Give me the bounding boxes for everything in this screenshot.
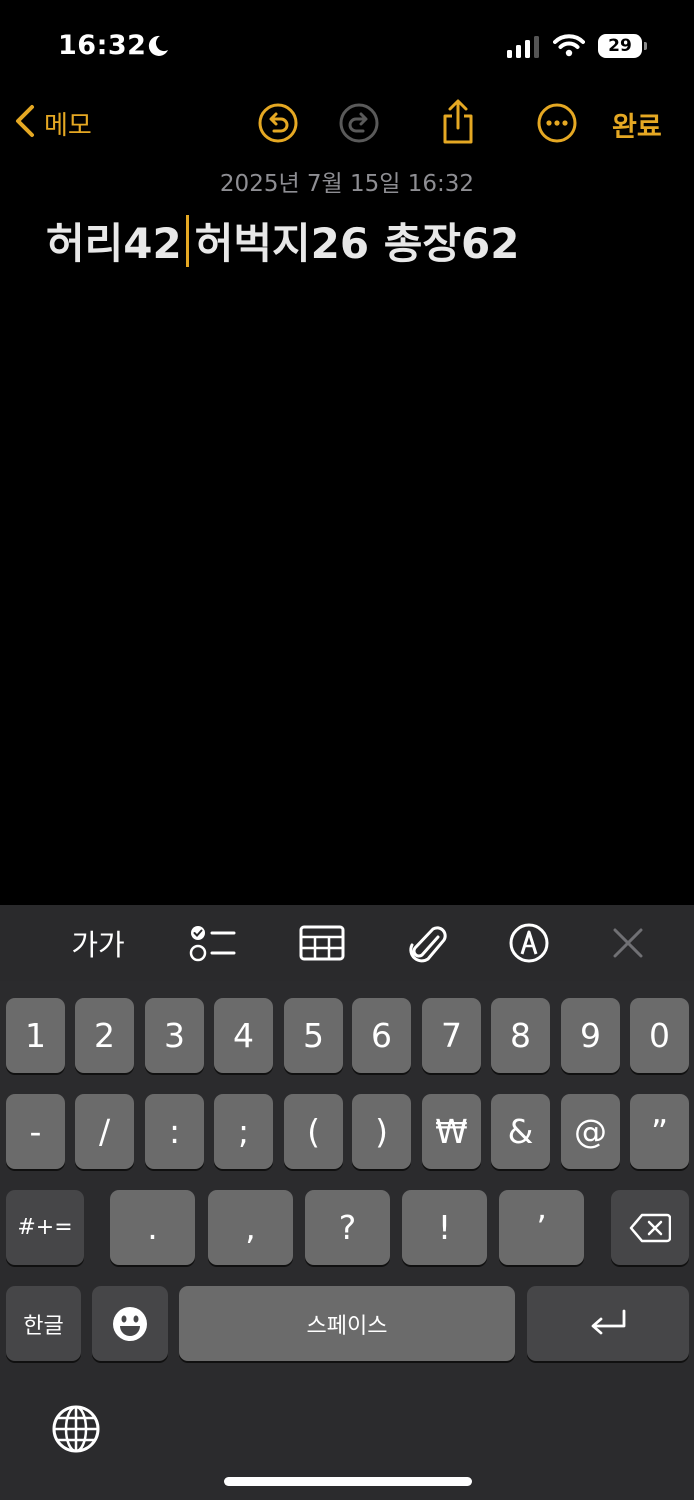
chevron-left-icon (14, 104, 36, 142)
text-format-label: 가가 (71, 928, 125, 962)
battery-level: 29 (608, 36, 632, 56)
more-icon (537, 103, 577, 143)
globe-key[interactable] (51, 1404, 101, 1458)
close-icon (613, 928, 643, 958)
key-quote[interactable]: ” (630, 1094, 689, 1169)
paperclip-icon (409, 926, 447, 963)
attachment-button[interactable] (396, 905, 460, 981)
backspace-icon (629, 1213, 671, 1242)
more-button[interactable] (536, 102, 578, 148)
checklist-button[interactable] (180, 905, 244, 981)
keyboard: 1 2 3 4 5 6 7 8 9 0 - / : ; ( ) ₩ & @ ” … (0, 981, 694, 1500)
key-open-paren[interactable]: ( (284, 1094, 343, 1169)
key-colon[interactable]: : (145, 1094, 204, 1169)
key-question[interactable]: ? (305, 1190, 390, 1265)
undo-button[interactable] (257, 102, 299, 148)
battery-nub (644, 42, 647, 50)
share-button[interactable] (439, 98, 477, 150)
key-0[interactable]: 0 (630, 998, 689, 1073)
battery-icon: 29 (598, 34, 642, 58)
redo-icon (339, 103, 379, 143)
markup-button[interactable] (497, 905, 561, 981)
emoji-key[interactable] (92, 1286, 168, 1361)
home-indicator (224, 1477, 472, 1486)
symbols-key[interactable]: #+= (6, 1190, 84, 1265)
language-key[interactable]: 한글 (6, 1286, 81, 1361)
key-apostrophe[interactable]: ’ (499, 1190, 584, 1265)
undo-icon (258, 103, 298, 143)
key-5[interactable]: 5 (284, 998, 343, 1073)
key-3[interactable]: 3 (145, 998, 204, 1073)
close-keyboard-button[interactable] (596, 905, 660, 981)
wifi-icon (553, 33, 585, 61)
key-won[interactable]: ₩ (422, 1094, 481, 1169)
moon-icon (146, 34, 170, 62)
key-7[interactable]: 7 (422, 998, 481, 1073)
markup-pen-icon (509, 923, 549, 963)
note-text-area[interactable]: 허리42 허벅지26 총장62 (46, 210, 519, 271)
return-icon (591, 1309, 626, 1334)
text-format-button[interactable]: 가가 (60, 905, 136, 981)
share-icon (443, 99, 473, 144)
checklist-icon (189, 926, 236, 962)
key-period[interactable]: . (110, 1190, 195, 1265)
back-label: 메모 (44, 110, 92, 141)
key-at[interactable]: @ (561, 1094, 620, 1169)
back-button[interactable]: 메모 (14, 104, 92, 142)
redo-button[interactable] (338, 102, 380, 148)
key-exclamation[interactable]: ! (402, 1190, 487, 1265)
note-date: 2025년 7월 15일 16:32 (219, 171, 475, 197)
return-key[interactable] (527, 1286, 689, 1361)
done-button[interactable]: 완료 (612, 105, 662, 144)
key-close-paren[interactable]: ) (352, 1094, 411, 1169)
text-caret (185, 214, 189, 267)
emoji-icon (113, 1306, 147, 1341)
delete-key[interactable] (611, 1190, 689, 1265)
note-text-before-caret: 허리42 (46, 219, 182, 268)
format-toolbar: 가가 (0, 905, 694, 981)
key-9[interactable]: 9 (561, 998, 620, 1073)
table-icon (299, 925, 345, 961)
table-button[interactable] (290, 905, 354, 981)
key-comma[interactable]: , (208, 1190, 293, 1265)
key-2[interactable]: 2 (75, 998, 134, 1073)
key-slash[interactable]: / (75, 1094, 134, 1169)
key-hyphen[interactable]: - (6, 1094, 65, 1169)
key-1[interactable]: 1 (6, 998, 65, 1073)
globe-icon (52, 1405, 100, 1453)
key-6[interactable]: 6 (352, 998, 411, 1073)
cellular-signal-icon (507, 36, 541, 62)
key-semicolon[interactable]: ; (214, 1094, 273, 1169)
key-8[interactable]: 8 (491, 998, 550, 1073)
space-key[interactable]: 스페이스 (179, 1286, 515, 1361)
key-4[interactable]: 4 (214, 998, 273, 1073)
note-text-after-caret: 허벅지26 총장62 (194, 219, 520, 268)
key-ampersand[interactable]: & (491, 1094, 550, 1169)
status-time: 16:32 (58, 30, 147, 61)
